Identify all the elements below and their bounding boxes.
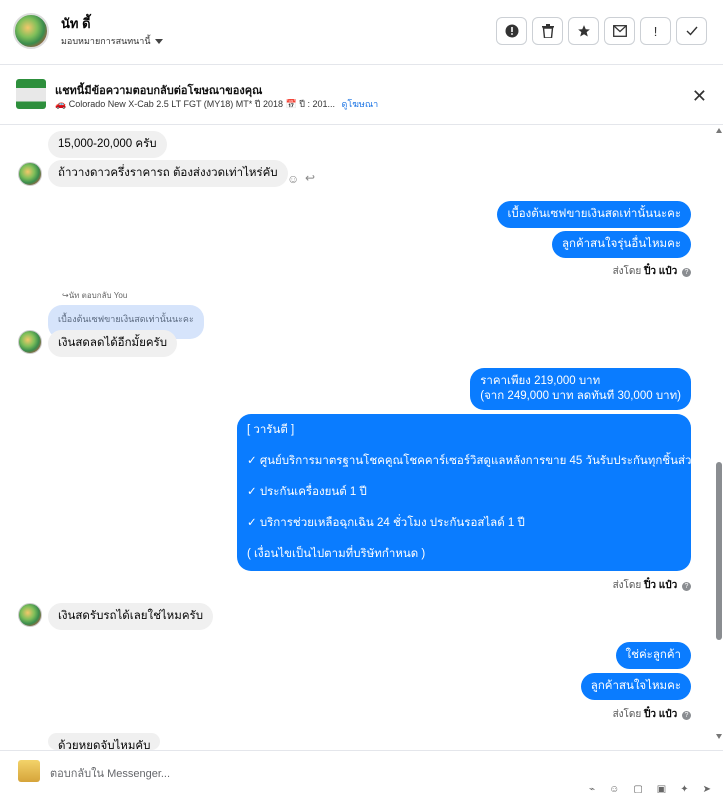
sent-by-label: ส่งโดย ปิ๋ว แป๋ว ? [613,578,691,593]
assign-conversation-dropdown[interactable]: มอบหมายการสนทนานี้ [61,34,163,48]
incoming-message[interactable]: ถ้าวางดาวครึ่งราคารถ ต้องส่งงวดเท่าไหร่ค… [48,160,288,187]
calendar-icon: 📅 [285,99,297,109]
gif-icon[interactable]: ▣ [657,784,666,793]
ad-thumbnail[interactable] [16,79,46,109]
scrollbar-thumb[interactable] [716,462,722,640]
sent-by-label: ส่งโดย ปิ๋ว แป๋ว ? [613,264,691,279]
reply-input[interactable]: ตอบกลับใน Messenger... [50,764,170,782]
chevron-down-icon [154,38,163,44]
message-line-spacer [247,500,681,516]
outgoing-message[interactable]: ราคาเพียง 219,000 บาท (จาก 249,000 บาท ล… [470,368,691,410]
outgoing-message-warranty[interactable]: [ วารันตี ] ✓ ศูนย์บริการมาตรฐานโชคคูณโช… [237,414,700,571]
sent-by-prefix: ส่งโดย [612,266,642,277]
info-icon[interactable]: ? [682,711,691,720]
mark-unread-button[interactable] [604,17,635,45]
view-ad-link[interactable]: ดูโฆษณา [342,99,379,109]
star-button[interactable] [568,17,599,45]
outgoing-message[interactable]: ใช่ค่ะลูกค้า [615,642,691,669]
like-icon[interactable]: ✦ [680,784,688,793]
ad-car-model: Colorado New X-Cab 2.5 LT FGT (MY18) MT*… [68,99,284,109]
mark-done-button[interactable] [676,17,707,45]
conversation-toolbar: ! [496,17,707,45]
outgoing-message[interactable]: ลูกค้าสนใจไหมคะ [580,673,691,700]
message-line: (จาก 249,000 บาท ลดทันที 30,000 บาท) [480,390,681,402]
info-icon[interactable]: ? [682,268,691,277]
follow-up-button[interactable]: ! [640,17,671,45]
contact-avatar-small [18,330,42,354]
delete-button[interactable] [532,17,563,45]
message-line: ✓ ประกันเครื่องยนต์ 1 ปี [247,486,367,498]
reply-hint-text: นัท ตอบกลับ You [68,291,128,300]
sent-by-prefix: ส่งโดย [612,709,642,720]
outgoing-message[interactable]: ลูกค้าสนใจรุ่นอื่นไหมคะ [551,231,691,258]
message-line-spacer [247,531,681,547]
contact-avatar-small [18,603,42,627]
message-line: ( เงื่อนไขเป็นไปตามที่บริษัทกำหนด ) [247,548,426,560]
trash-icon [541,24,554,38]
message-line: [ วารันตี ] [247,424,295,436]
attachment-icon[interactable]: ⌁ [589,784,595,793]
info-icon[interactable]: ? [682,582,691,591]
message-line-spacer [247,438,681,454]
sender-name: ปิ๋ว แป๋ว [644,709,678,720]
message-line-spacer [247,469,681,485]
ad-year: ปี : 201... [299,99,336,109]
check-icon [686,26,698,36]
message-line: ราคาเพียง 219,000 บาท [480,375,601,387]
sender-name: ปิ๋ว แป๋ว [644,266,678,277]
scroll-up-icon[interactable] [716,128,722,133]
scrollbar[interactable] [714,125,723,750]
emoji-react-icon[interactable]: ☺ [287,172,299,186]
car-icon: 🚗 [55,99,67,109]
reply-hint: ↪นัท ตอบกลับ You [62,289,127,302]
message-line: ✓ บริการช่วยเหลือฉุกเฉิน 24 ชั่วโมง ประก… [247,517,525,529]
contact-avatar-small [18,162,42,186]
page-avatar [18,760,40,782]
composer-tools: ⌁ ☺ ▢ ▣ ✦ ➤ [589,784,711,793]
envelope-icon [612,25,627,37]
alert-circle-icon [505,24,518,38]
outgoing-message[interactable]: เบื้องต้นเซฟขายเงินสดเท่านั้นนะคะ [497,201,691,228]
star-icon [577,25,590,37]
exclamation-icon: ! [653,23,658,39]
assign-label: มอบหมายการสนทนานี้ [61,36,151,46]
ad-details: 🚗 Colorado New X-Cab 2.5 LT FGT (MY18) M… [55,97,378,111]
scroll-down-icon[interactable] [716,734,722,739]
mark-spam-button[interactable] [496,17,527,45]
send-icon[interactable]: ➤ [703,784,711,793]
sender-name: ปิ๋ว แป๋ว [644,580,678,591]
sent-by-label: ส่งโดย ปิ๋ว แป๋ว ? [613,707,691,722]
incoming-message[interactable]: เงินสดรับรถได้เลยใช่ไหมครับ [48,603,214,630]
contact-name[interactable]: นัท ดี้ [61,13,91,34]
sent-by-prefix: ส่งโดย [612,580,642,591]
incoming-message[interactable]: เงินสดลดได้อีกมั้ยครับ [48,330,178,357]
contact-avatar[interactable] [13,13,49,49]
close-icon[interactable]: ✕ [692,86,707,107]
incoming-message-partial[interactable]: ด้วยหยดจับไหมคับ [48,733,161,750]
reply-icon: ↪ [62,291,69,300]
message-line: ✓ ศูนย์บริการมาตรฐานโชคคูณโชคคาร์เซอร์วิ… [247,455,700,467]
incoming-message[interactable]: 15,000-20,000 ครับ [48,131,167,158]
emoji-icon[interactable]: ☺ [609,784,619,793]
image-icon[interactable]: ▢ [633,784,642,793]
reply-icon[interactable]: ↩ [305,171,315,185]
